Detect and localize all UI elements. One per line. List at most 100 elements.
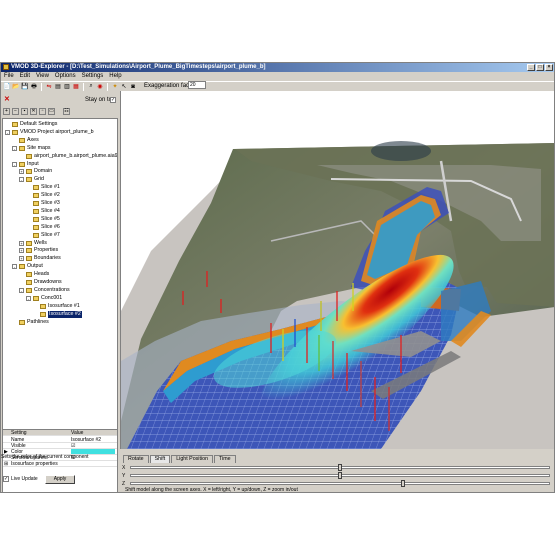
exaggeration-input[interactable]: 20 xyxy=(188,81,206,89)
copy-icon[interactable]: ▫ xyxy=(39,108,46,115)
y-slider-track[interactable] xyxy=(130,472,550,479)
tree-node[interactable]: Axes xyxy=(12,137,39,144)
pointer-icon[interactable]: ↖ xyxy=(120,83,128,91)
tree-node[interactable]: - Output xyxy=(12,263,43,270)
z-slider-track[interactable] xyxy=(130,480,550,487)
properties-icon[interactable]: ☷ xyxy=(63,108,70,115)
tree-node[interactable]: Slice #5 xyxy=(26,216,60,223)
tree-node-label: Grid xyxy=(34,176,45,183)
project-tree[interactable]: Default Settings - VMOD Project airport_pl… xyxy=(2,118,118,438)
tab-shift[interactable]: Shift xyxy=(149,455,171,463)
tree-node[interactable]: Drawdowns xyxy=(19,279,62,286)
tree-node[interactable]: - Conc001 xyxy=(26,295,62,302)
tree-node-label: Default Settings xyxy=(20,121,58,127)
menu-edit[interactable]: Edit xyxy=(20,72,30,81)
zoom-icon[interactable]: ⌕ xyxy=(87,83,95,91)
export-icon[interactable]: ▥ xyxy=(63,83,71,91)
expand-icon[interactable]: ⊞ xyxy=(4,461,8,467)
tree-node[interactable]: Slice #2 xyxy=(26,192,60,199)
expand-icon[interactable]: + xyxy=(19,240,24,246)
control-tabs: Rotate Shift Light Position Time xyxy=(123,455,236,463)
tree-node[interactable]: Pathlines xyxy=(12,319,49,326)
maximize-button[interactable]: □ xyxy=(536,64,544,71)
title-bar: VMOD 3D-Explorer - [D:\Test_Simulations\… xyxy=(1,63,554,72)
live-update-checkbox[interactable]: ✓ xyxy=(3,476,9,482)
close-button[interactable]: × xyxy=(545,64,553,71)
wells-icon[interactable]: ⇋ xyxy=(45,83,53,91)
menu-file[interactable]: File xyxy=(4,72,14,81)
tree-node[interactable]: Isosurface #1 xyxy=(33,303,80,310)
tree-node[interactable]: Slice #4 xyxy=(26,208,60,215)
expand-icon[interactable]: + xyxy=(19,256,24,262)
print-icon[interactable]: 🖶 xyxy=(30,83,38,91)
apply-button[interactable]: Apply xyxy=(45,475,75,484)
collapse-icon[interactable]: - xyxy=(26,295,31,301)
folder-icon xyxy=(12,129,18,135)
tree-node[interactable]: Default Settings xyxy=(5,121,57,128)
stay-on-top-checkbox[interactable]: ✓ xyxy=(110,97,116,103)
tree-node[interactable]: + Wells xyxy=(19,240,47,247)
z-slider-thumb[interactable] xyxy=(400,480,405,487)
tree-node[interactable]: Heads xyxy=(19,271,49,278)
tab-rotate[interactable]: Rotate xyxy=(123,455,149,463)
tree-node[interactable]: Slice #7 xyxy=(26,232,60,239)
tree-node[interactable]: Slice #6 xyxy=(26,224,60,231)
menu-view[interactable]: View xyxy=(36,72,49,81)
tree-node[interactable]: airport_plume_b.airport_plume.aia90H_b xyxy=(19,152,118,160)
tree-node-label: Axes xyxy=(27,136,39,143)
tree-node[interactable]: - Site maps xyxy=(12,145,51,152)
expand-icon[interactable]: + xyxy=(3,108,10,115)
tree-node[interactable]: + Boundaries xyxy=(19,255,61,262)
chart-icon[interactable]: ▦ xyxy=(72,83,80,91)
add-icon[interactable]: ▪ xyxy=(21,108,28,115)
folder-icon xyxy=(33,224,39,230)
3d-viewport[interactable] xyxy=(120,91,554,449)
tree-node-label: airport_plume_b.airport_plume.aia90H_b xyxy=(34,152,118,159)
menu-help[interactable]: Help xyxy=(109,72,121,81)
new-file-icon[interactable]: 📄 xyxy=(3,83,11,91)
tab-time[interactable]: Time xyxy=(214,455,236,463)
tree-node[interactable]: - Grid xyxy=(19,176,44,183)
folder-icon xyxy=(40,311,46,317)
paste-icon[interactable]: ▭ xyxy=(48,108,55,115)
save-icon[interactable]: 💾 xyxy=(21,83,29,91)
collapse-icon[interactable]: - xyxy=(12,264,17,270)
tree-node[interactable]: Slice #1 xyxy=(26,184,60,191)
tree-node[interactable]: - VMOD Project airport_plume_b xyxy=(5,129,94,136)
stop-icon[interactable]: ◉ xyxy=(96,83,104,91)
light-icon[interactable]: ✦ xyxy=(111,83,119,91)
y-slider-thumb[interactable] xyxy=(338,472,342,479)
model-render xyxy=(121,141,554,449)
expand-icon[interactable]: + xyxy=(19,169,24,175)
tree-node[interactable]: - Input xyxy=(12,161,39,168)
menu-settings[interactable]: Settings xyxy=(82,72,104,81)
tree-node[interactable]: Isosurface #2 xyxy=(33,310,82,318)
open-folder-icon[interactable]: 📂 xyxy=(12,83,20,91)
collapse-icon[interactable]: - xyxy=(19,177,24,183)
collapse-icon[interactable]: - xyxy=(19,287,24,293)
camera-icon[interactable]: ◙ xyxy=(129,83,137,91)
delete-icon[interactable]: ✕ xyxy=(30,108,37,115)
minimize-button[interactable]: _ xyxy=(527,64,535,71)
folder-icon xyxy=(19,264,25,270)
import-icon[interactable]: ▤ xyxy=(54,83,62,91)
folder-icon xyxy=(26,169,32,175)
collapse-icon[interactable]: - xyxy=(12,145,17,151)
tree-node[interactable]: - Concentrations xyxy=(19,287,70,294)
folder-icon xyxy=(33,295,39,301)
tree-node[interactable]: + Domain xyxy=(19,168,52,175)
expand-icon[interactable]: + xyxy=(19,248,24,254)
menu-options[interactable]: Options xyxy=(55,72,76,81)
tree-node-label: Drawdowns xyxy=(34,279,62,285)
x-slider-track[interactable] xyxy=(130,464,550,471)
collapse-icon[interactable]: - xyxy=(5,129,10,135)
tab-light-position[interactable]: Light Position xyxy=(171,455,214,463)
collapse-icon[interactable]: − xyxy=(12,108,19,115)
collapse-icon[interactable]: - xyxy=(12,161,17,167)
x-slider-thumb[interactable] xyxy=(338,464,342,471)
tree-node-label: Concentrations xyxy=(34,286,70,293)
tree-node[interactable]: + Properties xyxy=(19,247,58,254)
prop-row[interactable]: ⊞ Isosurface properties xyxy=(3,461,117,467)
setting-header: Setting xyxy=(11,430,27,436)
tree-node[interactable]: Slice #3 xyxy=(26,200,60,207)
